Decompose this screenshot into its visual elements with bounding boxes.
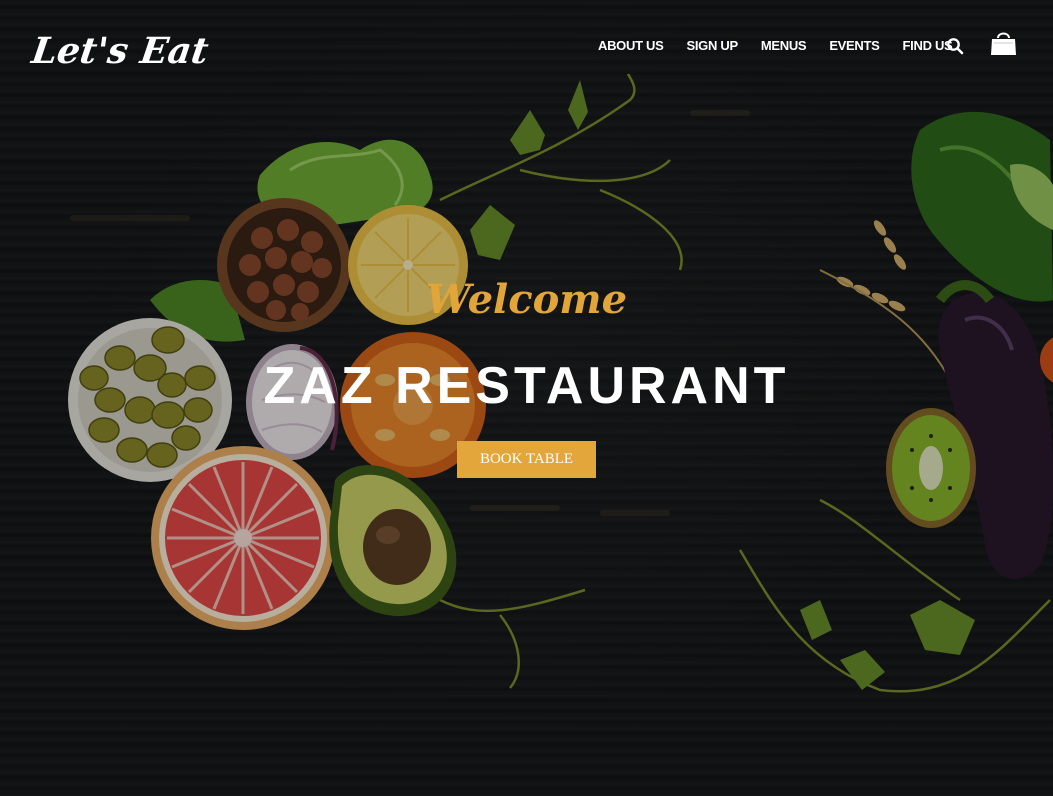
nav-item-sign-up[interactable]: SIGN UP <box>687 38 739 53</box>
hero-page: Let's Eat ABOUT US SIGN UP MENUS EVENTS … <box>0 0 1053 796</box>
nav-item-menus[interactable]: MENUS <box>761 38 807 53</box>
book-table-button[interactable]: BOOK TABLE <box>457 441 596 478</box>
search-icon[interactable] <box>946 37 964 55</box>
shopping-bag-icon[interactable] <box>990 30 1017 56</box>
hero-title: ZAZ RESTAURANT <box>263 357 790 415</box>
nav-item-about-us[interactable]: ABOUT US <box>598 38 664 53</box>
nav-item-events[interactable]: EVENTS <box>829 38 880 53</box>
main-nav: ABOUT US SIGN UP MENUS EVENTS FIND US <box>598 38 975 53</box>
brand-logo[interactable]: Let's Eat <box>29 30 211 72</box>
welcome-script: Welcome <box>425 276 628 323</box>
nav-item-find-us[interactable]: FIND US <box>903 38 953 53</box>
